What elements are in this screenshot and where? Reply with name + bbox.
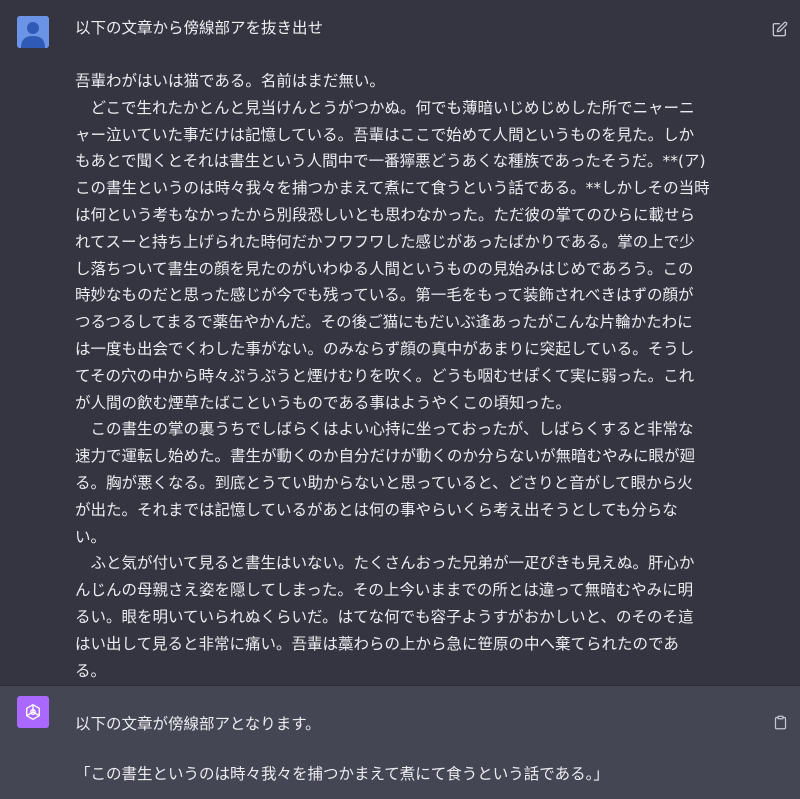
message-line: ャー泣いていた事だけは記憶している。吾輩はここで始めて人間というものを見た。しか bbox=[75, 125, 695, 144]
message-line: はい出して見ると非常に痛い。吾輩は藁わらの上から急に笹原の中へ棄てられたのであ bbox=[75, 634, 679, 653]
message-line: る。胸が悪くなる。到底とうてい助からないと思っていると、どさりと音がして眼から火 bbox=[75, 473, 693, 492]
user-message-title: 以下の文章から傍線部アを抜き出せ bbox=[75, 19, 324, 37]
message-line: が人間の飲む煙草たばこというものである事はようやくこの頃知った。 bbox=[75, 393, 571, 412]
openai-logo-icon bbox=[17, 696, 49, 728]
message-line: るい。眼を明いていられぬくらいだ。はてな何でも容子ようすがおかしいと、のそのそ這 bbox=[75, 607, 694, 626]
user-message-body: 吾輩わがはいは猫である。名前はまだ無い。 どこで生れたかとんと見当けんとうがつか… bbox=[75, 68, 755, 684]
edit-button[interactable] bbox=[771, 20, 789, 38]
message-line: ふと気が付いて見ると書生はいない。たくさんおった兄弟が一疋ぴきも見えぬ。肝心か bbox=[75, 554, 695, 573]
message-line: い。 bbox=[75, 527, 107, 546]
message-line: 時妙なものだと思った感じが今でも残っている。第一毛をもって装飾されべきはずの顔が bbox=[75, 286, 694, 305]
message-line: つるつるしてまるで薬缶やかんだ。その後ご猫にもだいぶ逢あったがこんな片輪かたわに bbox=[75, 313, 693, 332]
message-line: は一度も出会でくわした事がない。のみならず顔の真中があまりに突起している。そうし bbox=[75, 339, 695, 358]
message-line: この書生の掌の裏うちでしばらくはよい心持に坐っておったが、しばらくすると非常な bbox=[75, 420, 694, 439]
message-line: どこで生れたかとんと見当けんとうがつかぬ。何でも薄暗いじめじめした所でニャーニ bbox=[75, 98, 695, 117]
assistant-answer: 「この書生というのは時々我々を捕つかまえて煮にて食うという話である。」 bbox=[75, 765, 609, 783]
message-line: は何という考もなかったから別段恐しいとも思わなかった。ただ彼の掌てのひらに載せら bbox=[75, 205, 696, 224]
message-line: れてスーと持ち上げられた時何だかフワフワした感じがあったばかりである。掌の上で少 bbox=[75, 232, 695, 251]
message-line: てその穴の中から時々ぷうぷうと煙けむりを吹く。どうも咽むせぽくて実に弱った。これ bbox=[75, 366, 695, 385]
copy-button[interactable] bbox=[771, 713, 789, 731]
message-line: 速力で運転し始めた。書生が動くのか自分だけが動くのか分らないが無暗むやみに眼が廻 bbox=[75, 447, 696, 466]
assistant-message-title: 以下の文章が傍線部アとなります。 bbox=[75, 715, 321, 733]
message-line: んじんの母親さえ姿を隠してしまった。その上今いままでの所とは違って無暗むやみに明 bbox=[75, 581, 694, 600]
message-line: この書生というのは時々我々を捕つかまえて煮にて食うという話である。**しかしその… bbox=[75, 179, 710, 198]
message-line: し落ちついて書生の顔を見たのがいわゆる人間というものの見始みはじめであろう。この bbox=[75, 259, 694, 278]
message-line: る。 bbox=[75, 661, 107, 680]
clipboard-icon bbox=[774, 715, 786, 729]
edit-icon bbox=[772, 21, 788, 37]
message-line: もあとで聞くとそれは書生という人間中で一番獰悪どうあくな種族であったそうだ。**… bbox=[75, 152, 706, 171]
message-line: 吾輩わがはいは猫である。名前はまだ無い。 bbox=[75, 72, 385, 90]
message-line: が出た。それまでは記憶しているがあとは何の事やらいくら考え出そうとしても分らな bbox=[75, 500, 678, 519]
user-avatar-icon bbox=[17, 16, 49, 48]
user-message: 以下の文章から傍線部アを抜き出せ 吾輩わがはいは猫である。名前はまだ無い。 どこ… bbox=[0, 0, 800, 686]
